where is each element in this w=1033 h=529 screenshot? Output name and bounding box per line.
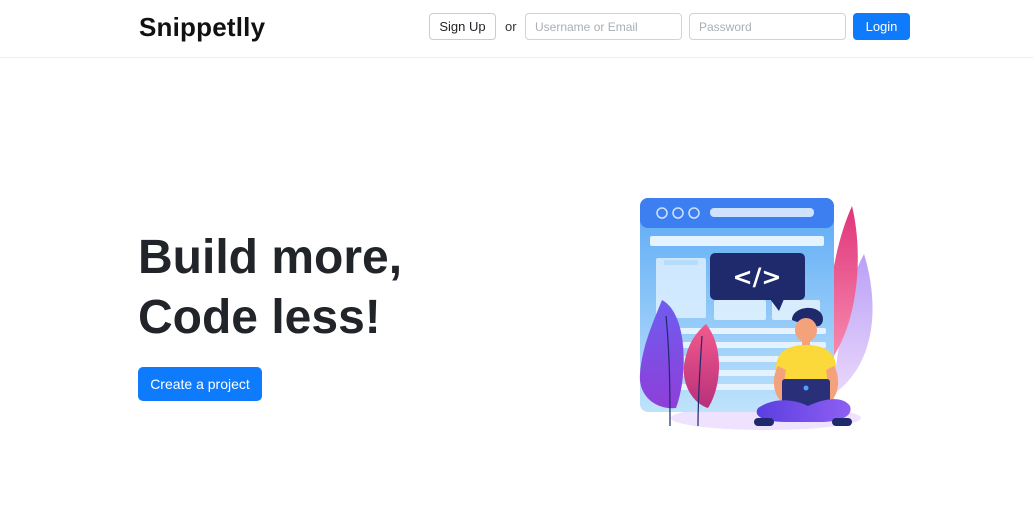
login-button[interactable]: Login bbox=[853, 13, 910, 40]
or-separator: or bbox=[505, 19, 517, 34]
create-project-button[interactable]: Create a project bbox=[138, 367, 262, 401]
hero-title-line-2: Code less! bbox=[138, 291, 381, 344]
hero-title-line-1: Build more, bbox=[138, 231, 403, 284]
username-input[interactable] bbox=[525, 13, 682, 40]
brand-logo[interactable]: Snippetlly bbox=[139, 12, 265, 43]
developer-coding-illustration: </> bbox=[639, 198, 873, 430]
content-block-2 bbox=[714, 300, 766, 320]
content-line-1 bbox=[664, 260, 698, 265]
navbar: Snippetlly Sign Up or Login bbox=[0, 0, 1033, 58]
hero-title: Build more, Code less! bbox=[138, 228, 402, 348]
content-bar bbox=[650, 236, 824, 246]
shoe-right bbox=[832, 418, 852, 426]
address-bar bbox=[710, 208, 814, 217]
signup-button[interactable]: Sign Up bbox=[429, 13, 496, 40]
laptop-logo bbox=[803, 385, 809, 391]
person-face bbox=[795, 318, 817, 342]
shoe-left bbox=[754, 418, 774, 426]
password-input[interactable] bbox=[689, 13, 846, 40]
code-symbol-icon: </> bbox=[733, 263, 782, 291]
